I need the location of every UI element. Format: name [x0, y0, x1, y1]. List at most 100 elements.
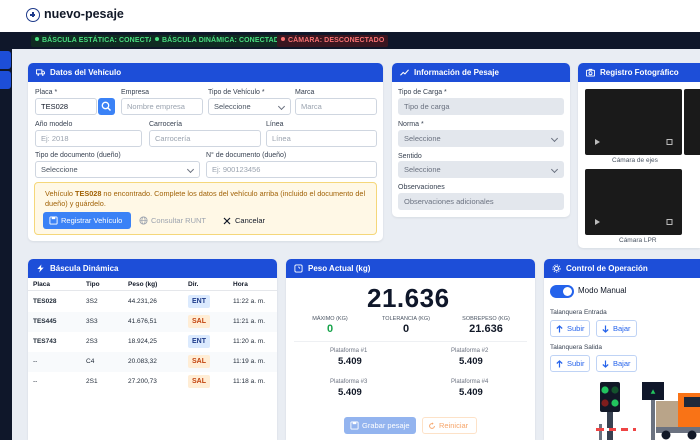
arrow-down-icon — [602, 325, 609, 333]
cell-peso: 27.200,73 — [128, 378, 157, 385]
arrow-up-icon — [556, 324, 563, 332]
manual-mode-toggle[interactable] — [550, 285, 574, 298]
cell-hora: 11:19 a. m. — [233, 358, 266, 365]
direction-badge: SAL — [188, 375, 210, 388]
cell-peso: 18.924,25 — [128, 338, 157, 345]
operation-control-card: Control de Operación Modo Manual Talanqu… — [544, 259, 700, 440]
col-dir: Dir. — [188, 281, 199, 288]
arrow-up-icon — [556, 359, 563, 367]
cell-tipo: 2S3 — [86, 338, 98, 345]
scale-icon — [294, 264, 303, 273]
refresh-icon — [429, 421, 435, 429]
cancel-button[interactable]: Cancelar — [223, 212, 265, 229]
gear-icon — [552, 264, 561, 273]
chevron-down-icon — [186, 165, 195, 174]
col-placa: Placa — [33, 281, 50, 288]
tipo-carga-input[interactable]: Tipo de carga — [398, 98, 564, 115]
tipo-vehiculo-select[interactable]: Seleccione — [208, 98, 291, 115]
search-plate-button[interactable] — [98, 98, 115, 115]
platform-3-value: 5.409 — [338, 387, 362, 398]
status-bar: BÁSCULA ESTÁTICA: CONECTADO BÁSCULA DINÁ… — [0, 32, 700, 49]
register-vehicle-button[interactable]: Registrar Vehículo — [43, 212, 131, 229]
empresa-input[interactable]: Nombre empresa — [121, 98, 203, 115]
overweight-value: 21.636 — [469, 323, 503, 335]
play-icon — [595, 139, 600, 145]
add-circle-icon[interactable] — [26, 8, 40, 22]
status-dot-icon — [281, 36, 285, 41]
direction-badge: ENT — [188, 295, 210, 308]
manual-mode-label: Modo Manual — [578, 286, 627, 295]
dynamic-scale-header: Báscula Dinámica — [28, 259, 277, 278]
status-dot-icon — [35, 36, 39, 41]
table-row[interactable]: -- 2S1 27.200,73 SAL 11:18 a. m. — [28, 372, 277, 392]
linea-input[interactable]: Línea — [266, 130, 377, 147]
photo-card-header: Registro Fotográfico — [578, 63, 700, 82]
gate-entry-label: Talanquera Entrada — [550, 309, 607, 316]
sidebar-tab-2[interactable] — [0, 71, 11, 89]
weighing-info-header: Información de Pesaje — [392, 63, 570, 82]
tipo-documento-label: Tipo de documento (dueño) — [35, 152, 121, 159]
lpr-camera-caption: Cámara LPR — [619, 237, 657, 244]
anio-input[interactable]: Ej: 2018 — [35, 130, 142, 147]
weighing-info-card: Información de Pesaje Tipo de Carga * Ti… — [392, 63, 570, 217]
platform-2-value: 5.409 — [459, 356, 483, 367]
table-row[interactable]: -- C4 20.083,32 SAL 11:19 a. m. — [28, 352, 277, 372]
overweight-label: SOBREPESO (KG) — [462, 316, 510, 322]
chevron-down-icon — [550, 134, 559, 143]
table-row[interactable]: TES028 3S2 44.231,26 ENT 11:22 a. m. — [28, 292, 277, 312]
cell-hora: 11:20 a. m. — [233, 338, 266, 345]
status-badge-camera: CÁMARA: DESCONECTADO — [277, 34, 389, 47]
page-title: nuevo-pesaje — [44, 7, 124, 21]
truck-icon — [36, 69, 45, 76]
current-weight-card: Peso Actual (kg) 21.636 MÁXIMO (KG) 0 TO… — [286, 259, 535, 440]
placa-input[interactable]: TES028 — [35, 98, 97, 115]
save-icon — [49, 216, 58, 225]
cell-tipo: 3S3 — [86, 318, 98, 325]
table-row[interactable]: TES445 3S3 41.676,51 SAL 11:21 a. m. — [28, 312, 277, 332]
camera-icon — [586, 68, 595, 77]
carroceria-input[interactable]: Carrocería — [149, 130, 261, 147]
cell-peso: 20.083,32 — [128, 358, 157, 365]
cell-tipo: 2S1 — [86, 378, 98, 385]
norma-label: Norma * — [398, 121, 424, 128]
save-icon — [350, 421, 359, 430]
fullscreen-icon — [666, 219, 673, 225]
current-weight-value: 21.636 — [367, 283, 450, 313]
numero-documento-input[interactable]: Ej: 900123456 — [206, 161, 377, 178]
sidebar-tab-1[interactable] — [0, 51, 11, 69]
chevron-down-icon — [550, 165, 559, 174]
svg-text:▲: ▲ — [651, 388, 656, 397]
numero-documento-label: N° de documento (dueño) — [206, 152, 287, 159]
table-row[interactable]: TES743 2S3 18.924,25 ENT 11:20 a. m. — [28, 332, 277, 352]
extra-camera-feed[interactable] — [684, 89, 700, 155]
save-weighing-button[interactable]: Grabar pesaje — [344, 417, 416, 434]
platform-4-value: 5.409 — [459, 387, 483, 398]
top-bar: nuevo-pesaje — [0, 0, 700, 32]
gate-entry-down-button[interactable]: Bajar — [596, 320, 637, 337]
sentido-label: Sentido — [398, 153, 422, 160]
marca-input[interactable]: Marca — [295, 98, 377, 115]
gate-entry-up-button[interactable]: Subir — [550, 320, 590, 337]
norma-select[interactable]: Seleccione — [398, 130, 564, 147]
axle-camera-feed[interactable] — [585, 89, 682, 155]
gate-exit-down-button[interactable]: Bajar — [596, 355, 637, 372]
col-hora: Hora — [233, 281, 248, 288]
restart-button[interactable]: Reiniciar — [422, 417, 477, 434]
linea-label: Línea — [266, 121, 284, 128]
gate-exit-up-button[interactable]: Subir — [550, 355, 590, 372]
gate-exit-label: Talanquera Salida — [550, 344, 603, 351]
tolerance-label: TOLERANCIA (KG) — [382, 316, 430, 322]
lpr-camera-feed[interactable] — [585, 169, 682, 235]
cell-tipo: C4 — [86, 358, 95, 365]
status-badge-static-scale: BÁSCULA ESTÁTICA: CONECTADO — [31, 34, 169, 47]
max-label: MÁXIMO (KG) — [312, 316, 348, 322]
consult-runt-button[interactable]: Consultar RUNT — [139, 212, 206, 229]
sentido-select[interactable]: Seleccione — [398, 161, 564, 178]
operation-control-header: Control de Operación — [544, 259, 700, 278]
observaciones-input[interactable]: Observaciones adicionales — [398, 193, 564, 210]
globe-icon — [139, 216, 148, 225]
carroceria-label: Carrocería — [149, 121, 183, 128]
platform-2-label: Plataforma #2 — [451, 348, 489, 354]
status-dot-icon — [155, 36, 159, 41]
tipo-documento-select[interactable]: Seleccione — [35, 161, 200, 178]
